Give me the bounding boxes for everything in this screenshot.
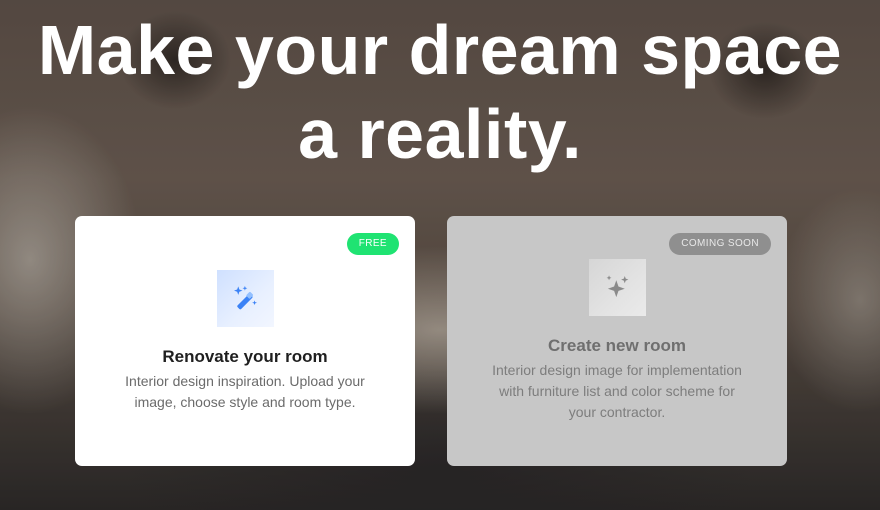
hero-headline-line-1: Make your dream space: [37, 11, 843, 89]
sparkles-icon: [589, 259, 646, 316]
create-room-title: Create new room: [548, 336, 686, 355]
hero-headline: Make your dream space a reality.: [0, 8, 880, 176]
create-room-description: Interior design image for implementation…: [492, 362, 742, 420]
hero-headline-line-2: a reality.: [298, 95, 582, 173]
renovate-room-title: Renovate your room: [162, 347, 328, 366]
coming-soon-badge: COMING SOON: [669, 233, 771, 255]
renovate-room-description: Interior design inspiration. Upload your…: [125, 373, 365, 410]
free-badge: FREE: [346, 233, 399, 255]
renovate-room-card[interactable]: FREE Renovate your room Interior design …: [75, 216, 415, 466]
magic-wand-icon: [217, 270, 274, 327]
create-room-card: COMING SOON Create new room Interior des…: [447, 216, 787, 466]
